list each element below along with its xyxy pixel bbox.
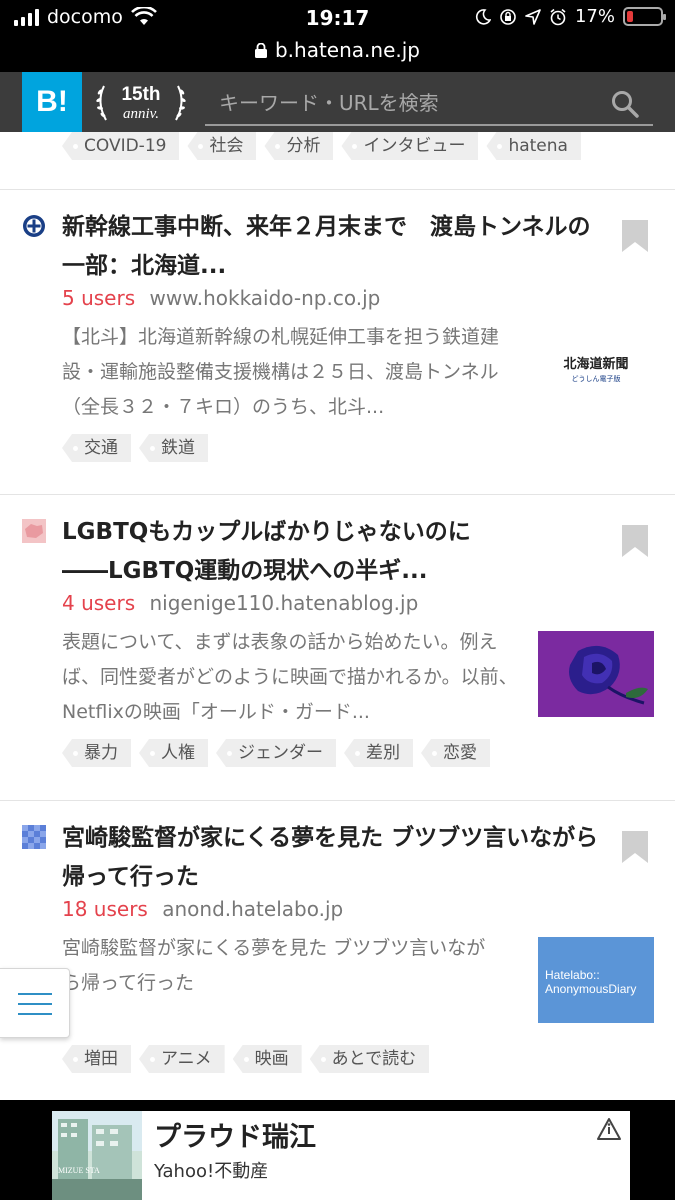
search-box[interactable] (205, 84, 653, 126)
search-input[interactable] (205, 84, 653, 122)
hatena-logo[interactable]: B! (22, 72, 82, 132)
tag[interactable]: 恋愛 (421, 739, 490, 767)
tag[interactable]: hatena (486, 132, 581, 160)
entry-description: 表題について、まずは表象の話から始めたい。例えば、同性愛者がどのように映画で描か… (62, 631, 518, 723)
bookmark-icon[interactable] (622, 831, 648, 863)
tag[interactable]: 差別 (344, 739, 413, 767)
entry-description: 【北斗】北海道新幹線の札幌延伸工事を担う鉄道建設・運輸施設整備支援機構は２５日、… (62, 326, 500, 418)
entry-domain[interactable]: www.hokkaido-np.co.jp (149, 286, 380, 310)
alarm-icon (550, 8, 566, 25)
tag-list: COVID-19 社会 分析 インタビュー hatena (62, 132, 581, 160)
search-icon[interactable] (611, 90, 639, 118)
anniv-bottom-text: anniv. (123, 106, 159, 122)
hamburger-icon-line (18, 1003, 52, 1005)
tag[interactable]: 分析 (264, 132, 334, 160)
url-bar[interactable]: b.hatena.ne.jp (0, 38, 675, 62)
site-favicon (22, 519, 46, 543)
tag[interactable]: 映画 (232, 1045, 302, 1073)
tag[interactable]: 暴力 (62, 739, 131, 767)
entry-list: COVID-19 社会 分析 インタビュー hatena 新幹線工事中断、来年２… (0, 132, 675, 1100)
entry-domain[interactable]: nigenige110.hatenablog.jp (149, 591, 418, 615)
thumb-paper-name: 北海道新聞 (563, 356, 628, 372)
battery-icon (623, 7, 666, 26)
entry-thumbnail[interactable] (538, 631, 654, 717)
tag[interactable]: 鉄道 (139, 434, 208, 462)
entry-thumbnail[interactable]: 北海道新聞 どうしん電子版 (538, 326, 654, 412)
bookmark-icon[interactable] (622, 220, 648, 252)
entry-thumbnail[interactable]: Hatelabo:: AnonymousDiary (538, 937, 654, 1023)
tag[interactable]: あとで読む (309, 1045, 430, 1073)
tag[interactable]: ジェンダー (216, 739, 336, 767)
tag-list: 暴力 人権 ジェンダー 差別 恋愛 (62, 739, 490, 767)
hamburger-icon (18, 993, 52, 995)
entry-description: 宮崎駿監督が家にくる夢を見た ブツブツ言いながら帰って行った (62, 937, 486, 994)
info-icon[interactable] (596, 1117, 622, 1143)
entry-meta: 4 users nigenige110.hatenablog.jp (62, 591, 418, 615)
tag[interactable]: 社会 (187, 132, 257, 160)
tag[interactable]: 人権 (139, 739, 208, 767)
entry-item: LGBTQもカップルばかりじゃないのに――LGBTQ運動の現状への半ギ... 4… (0, 494, 675, 800)
bookmark-icon[interactable] (622, 525, 648, 557)
ad-sponsor[interactable]: Yahoo!不動産 (154, 1157, 268, 1183)
users-count[interactable]: 5 users (62, 286, 135, 310)
site-favicon (23, 215, 45, 237)
entry-title[interactable]: 宮崎駿監督が家にくる夢を見た ブツブツ言いながら帰って行った (62, 819, 602, 897)
entry-title[interactable]: 新幹線工事中断、来年２月末まで 渡島トンネルの一部：北海道... (62, 208, 602, 286)
tag[interactable]: COVID-19 (62, 132, 180, 160)
rotation-lock-icon (500, 8, 516, 25)
tag[interactable]: インタビュー (341, 132, 479, 160)
tag-list: 増田 アニメ 映画 あとで読む (62, 1045, 430, 1073)
ad-box[interactable]: MIZUE STA プラウド瑞江 Yahoo!不動産 (52, 1111, 630, 1200)
entry-item: 新幹線工事中断、来年２月末まで 渡島トンネルの一部：北海道... 5 users… (0, 189, 675, 494)
lock-icon (254, 42, 267, 58)
entry-domain[interactable]: anond.hatelabo.jp (162, 897, 343, 921)
location-icon (525, 8, 541, 25)
url-text: b.hatena.ne.jp (274, 38, 420, 62)
battery-percent: 17% (574, 6, 615, 27)
entry-meta: 5 users www.hokkaido-np.co.jp (62, 286, 380, 310)
ad-image[interactable]: MIZUE STA (52, 1111, 142, 1200)
entry-item: 宮崎駿監督が家にくる夢を見た ブツブツ言いながら帰って行った 18 users … (0, 800, 675, 1100)
tag-list: 交通 鉄道 (62, 434, 208, 462)
anniv-top-text: 15th (121, 84, 160, 105)
tag[interactable]: 交通 (62, 434, 131, 462)
anniversary-badge: 15th anniv. (96, 84, 186, 122)
thumb-paper-sub: どうしん電子版 (572, 374, 621, 383)
site-favicon (22, 825, 46, 849)
tag[interactable]: 増田 (62, 1045, 131, 1073)
moon-icon (475, 8, 491, 25)
ad-title[interactable]: プラウド瑞江 (154, 1115, 316, 1154)
users-count[interactable]: 18 users (62, 897, 148, 921)
status-bar: docomo 19:17 17% b.hatena.ne.jp (0, 0, 675, 72)
entry-meta: 18 users anond.hatelabo.jp (62, 897, 343, 921)
menu-button[interactable] (0, 968, 70, 1038)
site-header: B! 15th anniv. (0, 72, 675, 132)
users-count[interactable]: 4 users (62, 591, 135, 615)
entry-title[interactable]: LGBTQもカップルばかりじゃないのに――LGBTQ運動の現状への半ギ... (62, 513, 602, 591)
status-right: 17% (475, 6, 666, 27)
tag[interactable]: アニメ (139, 1045, 225, 1073)
ad-banner: MIZUE STA プラウド瑞江 Yahoo!不動産 (0, 1100, 675, 1200)
thumb-line-2: AnonymousDiary (545, 982, 636, 996)
thumb-line-1: Hatelabo:: (545, 968, 600, 982)
ad-image-caption: MIZUE STA (58, 1166, 100, 1175)
hamburger-icon-line (18, 1013, 52, 1015)
